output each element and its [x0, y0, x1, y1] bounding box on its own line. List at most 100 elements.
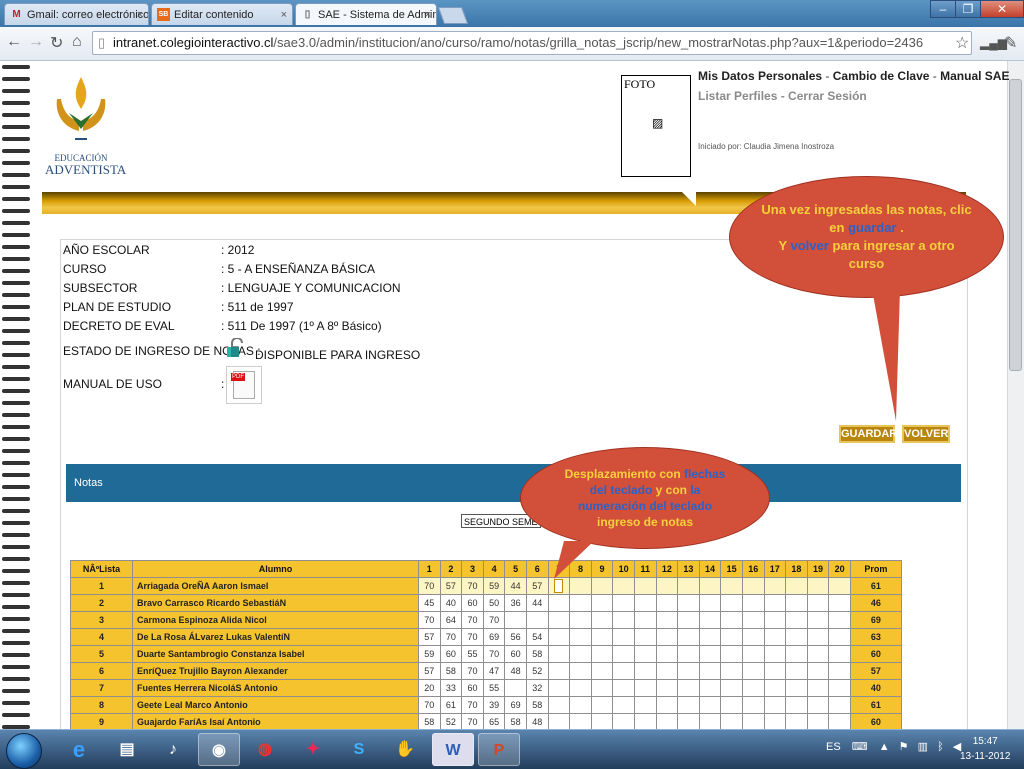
grade-cell[interactable]	[569, 696, 592, 714]
grade-cell[interactable]	[677, 696, 700, 714]
grade-cell[interactable]	[590, 662, 614, 680]
grade-cell[interactable]: 65	[482, 713, 506, 729]
link-listar-perfiles[interactable]: Listar Perfiles	[698, 89, 777, 103]
start-button[interactable]	[6, 733, 42, 769]
chrome-icon[interactable]: ◉	[198, 733, 240, 766]
grade-cell[interactable]	[828, 662, 851, 680]
grade-cell[interactable]: 40	[439, 594, 463, 612]
grade-cell[interactable]: 70	[482, 611, 506, 629]
grade-cell[interactable]	[806, 594, 830, 612]
grade-cell[interactable]	[785, 628, 808, 646]
grade-cell[interactable]: 44	[504, 577, 527, 595]
grade-cell[interactable]	[828, 645, 851, 663]
grade-cell[interactable]	[720, 679, 743, 697]
grade-cell[interactable]: 70	[461, 611, 484, 629]
grade-cell[interactable]: 70	[482, 645, 506, 663]
grade-cell[interactable]: 70	[418, 577, 441, 595]
grade-cell[interactable]	[547, 696, 571, 714]
grade-cell[interactable]	[633, 628, 657, 646]
grade-cell[interactable]	[655, 645, 679, 663]
grade-cell[interactable]	[655, 611, 679, 629]
grade-cell[interactable]: 45	[418, 594, 441, 612]
grade-cell[interactable]	[547, 611, 571, 629]
grade-cell[interactable]	[698, 628, 722, 646]
grade-cell[interactable]	[828, 611, 851, 629]
forward-icon[interactable]: →	[28, 33, 44, 51]
grade-cell[interactable]	[612, 679, 635, 697]
grade-cell[interactable]	[547, 645, 571, 663]
grade-cell[interactable]	[612, 611, 635, 629]
grade-cell[interactable]	[698, 611, 722, 629]
grade-cell[interactable]: 70	[461, 662, 484, 680]
grade-cell[interactable]	[655, 577, 679, 595]
grade-cell[interactable]	[655, 628, 679, 646]
bookmark-star-icon[interactable]: ☆	[955, 33, 969, 53]
grade-cell[interactable]: 44	[525, 594, 549, 612]
grade-cell[interactable]: 33	[439, 679, 463, 697]
grade-cell[interactable]: 36	[504, 594, 527, 612]
grade-cell[interactable]	[698, 577, 722, 595]
grade-cell[interactable]	[806, 713, 830, 729]
grade-cell[interactable]	[806, 696, 830, 714]
grade-cell[interactable]	[633, 611, 657, 629]
grade-cell[interactable]	[633, 696, 657, 714]
grade-cell[interactable]: 48	[504, 662, 527, 680]
grade-cell[interactable]	[655, 696, 679, 714]
grade-cell[interactable]: 47	[482, 662, 506, 680]
grade-cell[interactable]	[547, 679, 571, 697]
grade-cell[interactable]	[590, 594, 614, 612]
word-icon[interactable]: W	[432, 733, 474, 766]
grade-cell[interactable]	[763, 713, 787, 729]
grade-cell[interactable]	[785, 577, 808, 595]
pdf-icon[interactable]: PDF	[226, 366, 262, 404]
grade-cell[interactable]	[828, 679, 851, 697]
grade-cell[interactable]: 50	[482, 594, 506, 612]
grade-cell[interactable]	[785, 611, 808, 629]
grade-cell[interactable]	[741, 696, 765, 714]
grade-cell[interactable]: 39	[482, 696, 506, 714]
grade-cell[interactable]	[655, 713, 679, 729]
grade-cell[interactable]	[720, 577, 743, 595]
grade-cell[interactable]	[828, 577, 851, 595]
grade-cell[interactable]	[763, 645, 787, 663]
grade-cell[interactable]: 69	[504, 696, 527, 714]
back-icon[interactable]: ←	[6, 33, 22, 51]
grade-cell[interactable]	[504, 679, 527, 697]
tab-editar-contenido[interactable]: SB Editar contenido ×	[151, 3, 293, 25]
vertical-scrollbar[interactable]	[1007, 61, 1024, 729]
active-grade-input[interactable]	[554, 579, 564, 593]
grade-cell[interactable]	[828, 594, 851, 612]
grade-cell[interactable]	[741, 577, 765, 595]
grade-cell[interactable]	[698, 679, 722, 697]
grade-cell[interactable]	[828, 696, 851, 714]
maximize-button[interactable]: ❐	[955, 0, 981, 18]
grade-cell[interactable]: 59	[482, 577, 506, 595]
grade-cell[interactable]	[785, 679, 808, 697]
close-window-button[interactable]: ✕	[980, 0, 1024, 18]
grade-cell[interactable]: 58	[525, 645, 549, 663]
grade-cell[interactable]: 70	[439, 628, 463, 646]
grade-cell[interactable]: 48	[525, 713, 549, 729]
grade-cell[interactable]: 54	[525, 628, 549, 646]
grade-cell[interactable]	[677, 679, 700, 697]
grade-cell[interactable]	[741, 645, 765, 663]
grade-cell[interactable]: 58	[418, 713, 441, 729]
scrollbar-thumb[interactable]	[1009, 79, 1022, 371]
grade-cell[interactable]	[612, 594, 635, 612]
ccleaner-icon[interactable]: ✦	[292, 733, 334, 766]
new-tab-button[interactable]	[437, 7, 469, 24]
grade-cell[interactable]	[720, 645, 743, 663]
close-tab-icon[interactable]: ×	[137, 4, 143, 25]
grade-cell[interactable]: 55	[461, 645, 484, 663]
app-icon[interactable]: ◍	[244, 733, 286, 766]
grade-cell[interactable]	[590, 696, 614, 714]
grade-cell[interactable]	[806, 645, 830, 663]
grade-cell[interactable]	[763, 662, 787, 680]
grade-cell[interactable]	[590, 628, 614, 646]
grade-cell[interactable]	[720, 628, 743, 646]
grade-cell[interactable]	[763, 611, 787, 629]
grade-cell[interactable]	[806, 662, 830, 680]
grade-cell[interactable]	[698, 594, 722, 612]
grade-cell[interactable]	[633, 662, 657, 680]
grade-cell[interactable]: 70	[418, 696, 441, 714]
